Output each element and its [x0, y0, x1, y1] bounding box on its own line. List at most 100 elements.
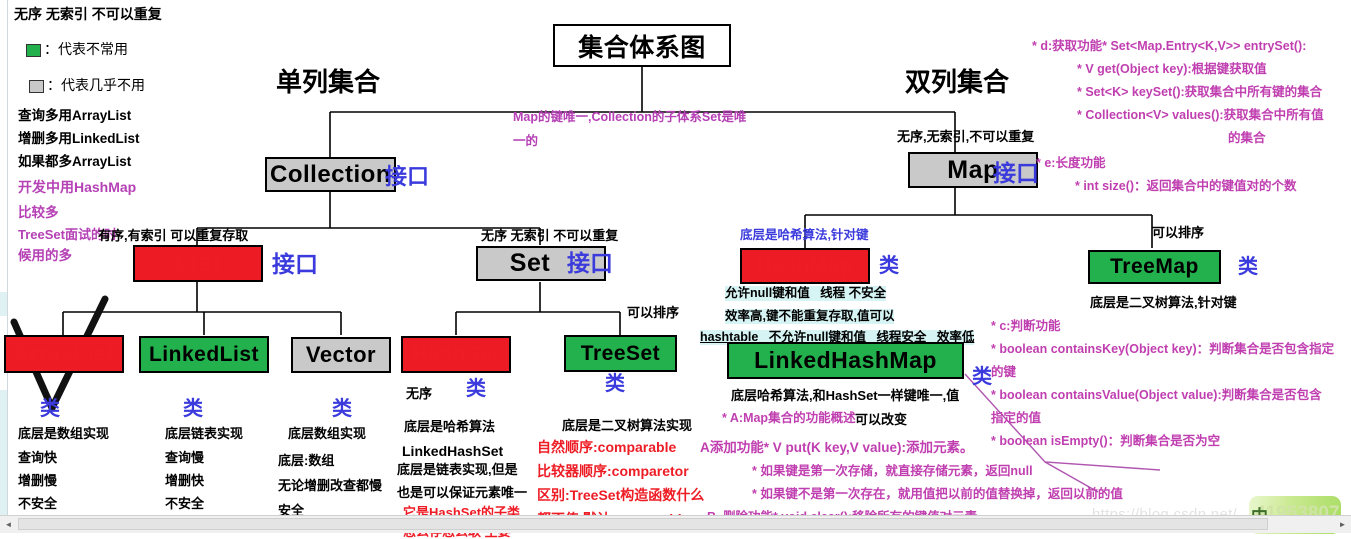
map-api-length-fn-detail: * int size()：返回集合中的键值对的个数	[1075, 179, 1297, 193]
legend-label-green: ：代表不常用	[44, 41, 128, 57]
legend-label-grey: ：代表几乎不用	[47, 77, 145, 93]
node-treeset-tag: 类	[605, 373, 625, 395]
hashset-note-0: 底层是哈希算法	[404, 419, 496, 434]
scroll-right-arrow-icon[interactable]: ►	[1334, 515, 1351, 533]
node-map-label: Map	[947, 155, 999, 184]
page-edge-strip	[0, 0, 8, 515]
hashmap-edge-note: 底层是哈希算法,针对键	[740, 228, 869, 242]
legend-tip-2: 如果都多ArrayList	[18, 154, 132, 169]
node-collection[interactable]: Collection	[265, 157, 396, 192]
node-linkedhashmap-label: LinkedHashMap	[754, 347, 937, 373]
diagram-title-box: 集合体系图	[553, 24, 731, 67]
heading-single-column: 单列集合	[276, 67, 381, 97]
list-edge-note: 有序,有索引 可以重复存取	[98, 228, 249, 243]
treeset-red-note-1: 比较器顺序:comparetor	[537, 463, 689, 479]
node-hashmap-label: HashMap	[756, 254, 854, 277]
arraylist-note-2: 增删慢	[18, 473, 58, 488]
linkedlist-note-0: 底层链表实现	[165, 426, 244, 441]
hashmap-note-0: 允许null键和值 线程 不安全	[725, 286, 887, 301]
hashset-pre-tag: 无序	[406, 386, 433, 401]
treeset-red-note-2: 区别:TreeSet构造函数什么	[537, 487, 705, 503]
node-linkedlist-tag: 类	[183, 398, 203, 420]
legend-swatch-green	[26, 44, 41, 57]
linkedhashmap-note-0: 底层哈希算法,和HashSet一样键唯一,值	[731, 388, 960, 403]
scrollbar-thumb[interactable]	[18, 517, 1268, 530]
map-api-bottom-2: * 如果键是第一次存储，就直接存储元素，返回null	[752, 464, 1033, 478]
node-treeset-label: TreeSet	[580, 341, 661, 365]
map-api-mid-0: * c:判断功能	[991, 319, 1061, 333]
map-api-bottom-1: A添加功能* V put(K key,V value):添加元素。	[700, 440, 974, 455]
node-collection-label: Collection	[269, 160, 391, 188]
node-hashset[interactable]: HashSet	[401, 336, 511, 373]
node-treemap[interactable]: TreeMap	[1088, 250, 1221, 284]
map-api-mid-4: 指定的值	[991, 411, 1042, 425]
node-hashset-label: HashSet	[412, 342, 500, 366]
legend-tip-3: 开发中用HashMap	[18, 179, 137, 195]
node-treeset[interactable]: TreeSet	[564, 335, 677, 372]
heading-double-column: 双列集合	[905, 67, 1010, 97]
map-api-top-1: * V get(Object key):根据键获取值	[1077, 62, 1267, 76]
legend-tip-0: 查询多用ArrayList	[18, 108, 132, 123]
scroll-left-arrow-icon[interactable]: ◄	[0, 515, 17, 533]
treeset-red-note-0: 自然顺序:comparable	[537, 439, 677, 455]
arraylist-note-0: 底层是数组实现	[18, 426, 110, 441]
set-edge-note: 无序 无索引 不可以重复	[481, 228, 619, 243]
map-api-top-3: * Collection<V> values():获取集合中所有值	[1077, 108, 1324, 122]
node-set-label: Set	[509, 249, 551, 277]
vector-note-2: 无论增删改查都慢	[278, 478, 383, 493]
hashset-note-2: 底层是链表实现,但是	[397, 462, 518, 477]
map-api-top-4: 的集合	[1228, 131, 1266, 145]
node-vector-label: Vector	[305, 342, 377, 367]
treemap-note-0: 底层是二叉树算法,针对键	[1090, 295, 1237, 310]
treeset-note-0: 底层是二叉树算法实现	[562, 418, 693, 433]
map-edge-note: 无序,无索引,不可以重复	[897, 129, 1035, 144]
hashset-note-1: LinkedHashSet	[402, 443, 504, 459]
node-hashmap[interactable]: HashMap	[740, 248, 870, 284]
node-list-label: List	[174, 249, 222, 277]
legend-tip-1: 增删多用LinkedList	[18, 131, 140, 146]
node-vector-tag: 类	[332, 398, 352, 420]
node-linkedlist[interactable]: LinkedList	[139, 336, 269, 373]
node-treemap-tag: 类	[1238, 256, 1258, 278]
node-arraylist-label: ArrayList	[13, 341, 115, 366]
treemap-edge-note: 可以排序	[1152, 225, 1205, 240]
legend-swatch-grey	[29, 80, 44, 93]
hashset-note-3: 也是可以保证元素唯一	[397, 485, 528, 500]
map-api-top-0: * d:获取功能* Set<Map.Entry<K,V>> entrySet()…	[1032, 39, 1307, 53]
node-treemap-label: TreeMap	[1110, 255, 1199, 278]
legend-top-note: 无序 无索引 不可以重复	[14, 6, 162, 22]
map-api-length-fn: * e:长度功能	[1036, 156, 1106, 170]
page-edge-tint-b	[0, 390, 7, 515]
map-api-top-2: * Set<K> keySet():获取集合中所有键的集合	[1077, 85, 1323, 99]
map-api-mid-2: 的键	[991, 365, 1017, 379]
scrollbar-track[interactable]	[17, 515, 1334, 533]
node-linkedhashmap[interactable]: LinkedHashMap	[727, 342, 964, 379]
node-hashset-tag: 类	[466, 378, 486, 400]
node-list-tag: 接口	[272, 251, 318, 277]
node-vector[interactable]: Vector	[291, 337, 391, 373]
node-list[interactable]: List	[133, 245, 263, 282]
node-arraylist[interactable]: ArrayList	[4, 335, 124, 373]
diagram-canvas: 无序 无索引 不可以重复 ：代表不常用 ：代表几乎不用 查询多用ArrayLis…	[0, 0, 1351, 539]
horizontal-scrollbar[interactable]: ◄ ►	[0, 515, 1351, 533]
node-hashmap-tag: 类	[879, 255, 899, 277]
map-api-bottom-0: * A:Map集合的功能概述	[722, 411, 856, 425]
center-note-line1: Map的键唯一,Collection的子体系Set是唯	[513, 110, 747, 124]
map-api-mid-1: * boolean containsKey(Object key)：判断集合是否…	[991, 342, 1335, 356]
node-collection-tag: 接口	[385, 164, 430, 189]
diagram-title: 集合体系图	[578, 33, 706, 62]
arraylist-note-3: 不安全	[18, 496, 58, 511]
map-api-bottom-3: * 如果键不是第一次存在，就用值把以前的值替换掉，返回以前的值	[752, 487, 1123, 501]
legend-tip-4: 比较多	[18, 205, 59, 220]
vector-note-1: 底层:数组	[278, 453, 335, 468]
linkedlist-note-1: 查询慢	[165, 450, 205, 465]
map-api-mid-5: * boolean isEmpty()：判断集合是否为空	[991, 434, 1221, 448]
node-linkedhashmap-tag: 类	[972, 366, 992, 388]
center-note-line2: 一的	[513, 134, 539, 148]
linkedlist-note-3: 不安全	[165, 496, 205, 511]
node-arraylist-tag: 类	[40, 398, 60, 420]
node-map-tag: 接口	[993, 160, 1039, 186]
arraylist-note-1: 查询快	[18, 450, 58, 465]
node-set-tag: 接口	[567, 250, 613, 276]
linkedlist-note-2: 增删快	[165, 473, 205, 488]
